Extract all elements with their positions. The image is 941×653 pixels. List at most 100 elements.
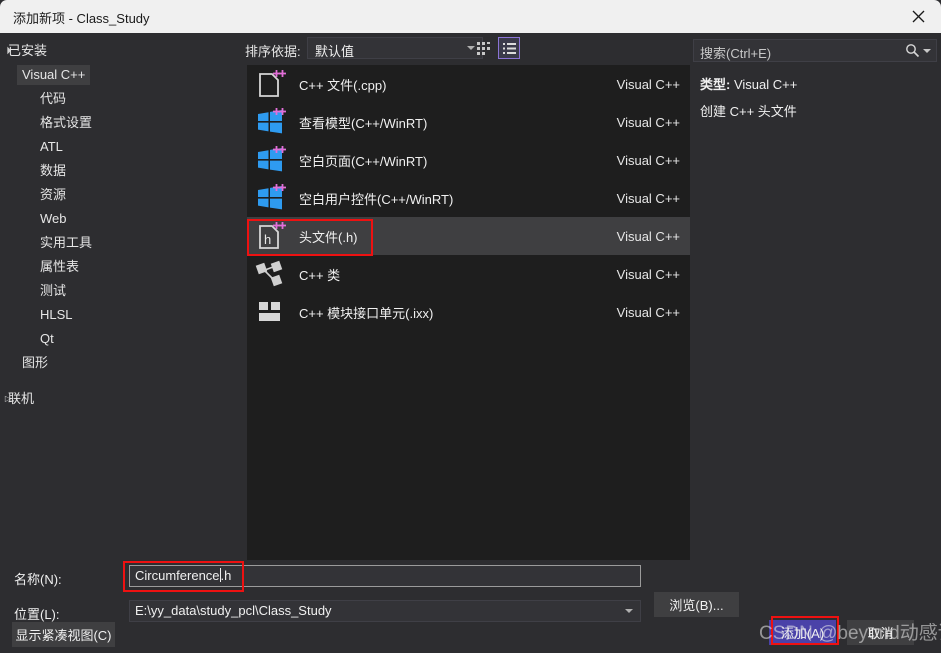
- close-icon: [912, 10, 924, 23]
- sidebar-item-label: 联机: [8, 391, 35, 406]
- sidebar-item-3[interactable]: 格式设置: [0, 113, 232, 133]
- search-dropdown-icon[interactable]: [923, 49, 931, 53]
- template-list-item[interactable]: h 头文件(.h) Visual C++: [247, 217, 690, 255]
- search-icon: [905, 43, 920, 63]
- sidebar-item-label: ATL: [40, 139, 63, 154]
- grid-view-icon: [476, 41, 490, 55]
- winrt-blank-page-icon: [254, 144, 286, 176]
- winrt-user-control-icon: [258, 184, 286, 210]
- sidebar-item-0[interactable]: ◢ 已安装: [0, 41, 232, 61]
- sidebar-item-10[interactable]: 测试: [0, 281, 232, 301]
- grid-view-button[interactable]: [472, 37, 494, 59]
- sidebar-item-14[interactable]: ▷ 联机: [0, 389, 232, 409]
- search-placeholder: 搜索(Ctrl+E): [700, 46, 772, 61]
- sidebar-item-1[interactable]: ◢Visual C++: [0, 65, 232, 85]
- template-title: C++ 文件(.cpp): [299, 77, 387, 93]
- name-value-after: .h: [220, 568, 232, 583]
- location-field-value: E:\yy_data\study_pcl\Class_Study: [135, 603, 332, 618]
- cpp-class-icon: [254, 258, 286, 290]
- sidebar-item-label: 代码: [40, 91, 67, 106]
- sidebar-item-label: 已安装: [8, 43, 48, 58]
- sidebar-item-label: 格式设置: [40, 115, 93, 130]
- template-list-item[interactable]: 空白用户控件(C++/WinRT) Visual C++: [247, 179, 690, 217]
- chevron-down-icon: [625, 609, 633, 613]
- winrt-view-model-icon: [254, 106, 286, 138]
- cancel-button[interactable]: 取消: [847, 620, 914, 645]
- svg-text:h: h: [264, 232, 271, 247]
- template-title: 空白用户控件(C++/WinRT): [299, 191, 454, 207]
- detail-type-label: 类型:: [700, 77, 731, 92]
- name-field[interactable]: Circumference.h: [129, 565, 641, 587]
- sidebar-item-label: Qt: [40, 331, 54, 346]
- winrt-user-control-icon: [254, 182, 286, 214]
- template-list-item[interactable]: C++ 文件(.cpp) Visual C++: [247, 65, 690, 103]
- template-title: 查看模型(C++/WinRT): [299, 115, 428, 131]
- close-button[interactable]: [895, 0, 941, 33]
- window-title: 添加新项 - Class_Study: [13, 11, 150, 26]
- template-list-item[interactable]: C++ 模块接口单元(.ixx) Visual C++: [247, 293, 690, 331]
- header-file-icon: h: [259, 222, 286, 249]
- cpp-class-icon: [255, 260, 283, 287]
- location-field[interactable]: E:\yy_data\study_pcl\Class_Study: [129, 600, 641, 622]
- sidebar-item-label: 属性表: [40, 259, 80, 274]
- sidebar-item-13[interactable]: 图形: [0, 353, 232, 373]
- list-view-button[interactable]: [498, 37, 520, 59]
- search-input[interactable]: 搜索(Ctrl+E): [693, 39, 937, 62]
- sidebar-item-7[interactable]: Web: [0, 209, 232, 229]
- winrt-blank-page-icon: [258, 146, 286, 172]
- winrt-view-model-icon: [258, 108, 286, 134]
- sidebar-item-label: Web: [40, 211, 67, 226]
- add-button[interactable]: 添加(A): [769, 620, 836, 645]
- template-origin: Visual C++: [616, 304, 680, 320]
- sort-by-label: 排序依据:: [245, 44, 301, 59]
- sidebar-item-label: 实用工具: [40, 235, 93, 250]
- title-bar: 添加新项 - Class_Study: [0, 0, 941, 33]
- template-origin: Visual C++: [616, 76, 680, 92]
- template-origin: Visual C++: [616, 228, 680, 244]
- list-toolbar: 排序依据: 默认值: [232, 33, 690, 65]
- list-view-icon: [502, 42, 516, 54]
- cpp-file-icon: [254, 68, 286, 100]
- add-new-item-dialog: 添加新项 - Class_Study ◢已安装 ◢Visual C++ 代码格式设置…: [0, 0, 941, 653]
- template-origin: Visual C++: [616, 266, 680, 282]
- cpp-file-icon: [259, 70, 286, 97]
- sidebar-item-5[interactable]: 数据: [0, 161, 232, 181]
- sidebar-item-label: 数据: [40, 163, 67, 178]
- show-compact-view-button[interactable]: 显示紧凑视图(C): [12, 622, 115, 647]
- template-list-item[interactable]: C++ 类 Visual C++: [247, 255, 690, 293]
- detail-description: 创建 C++ 头文件: [700, 104, 797, 119]
- sidebar-item-label: Visual C++: [17, 65, 91, 85]
- template-origin: Visual C++: [616, 152, 680, 168]
- cpp-module-icon: [259, 302, 280, 321]
- sidebar-item-9[interactable]: 属性表: [0, 257, 232, 277]
- template-title: 头文件(.h): [299, 229, 358, 245]
- sidebar-item-4[interactable]: ATL: [0, 137, 232, 157]
- sort-by-select[interactable]: 默认值: [307, 37, 483, 59]
- name-field-value: Circumference.h: [135, 568, 231, 583]
- sidebar-item-11[interactable]: HLSL: [0, 305, 232, 325]
- template-title: 空白页面(C++/WinRT): [299, 153, 428, 169]
- sidebar-item-8[interactable]: 实用工具: [0, 233, 232, 253]
- location-label: 位置(L):: [14, 607, 60, 622]
- sort-by-value: 默认值: [315, 44, 355, 59]
- detail-type-value: Visual C++: [733, 77, 798, 92]
- template-list-item[interactable]: 查看模型(C++/WinRT) Visual C++: [247, 103, 690, 141]
- browse-button[interactable]: 浏览(B)...: [654, 592, 739, 617]
- sidebar-item-2[interactable]: 代码: [0, 89, 232, 109]
- detail-type: 类型: Visual C++: [700, 74, 797, 93]
- template-origin: Visual C++: [616, 114, 680, 130]
- name-value-before: Circumference: [135, 568, 220, 583]
- sidebar-item-label: 资源: [40, 187, 67, 202]
- cpp-module-icon: [254, 296, 286, 328]
- template-title: C++ 模块接口单元(.ixx): [299, 305, 434, 321]
- template-list[interactable]: C++ 文件(.cpp) Visual C++ 查看模型(C++/WinRT) Vis…: [247, 65, 690, 560]
- installed-templates-tree: ◢已安装 ◢Visual C++ 代码格式设置 ATL 数据资源 Web 实用工具属性表测试…: [0, 33, 232, 560]
- template-list-item[interactable]: 空白页面(C++/WinRT) Visual C++: [247, 141, 690, 179]
- sidebar-item-12[interactable]: Qt: [0, 329, 232, 349]
- details-pane: 搜索(Ctrl+E) 类型: Visual C++ 创建 C++ 头文件: [690, 33, 941, 560]
- sidebar-item-label: HLSL: [40, 307, 73, 322]
- sidebar-item-6[interactable]: 资源: [0, 185, 232, 205]
- sidebar-item-label: 测试: [40, 283, 67, 298]
- template-origin: Visual C++: [616, 190, 680, 206]
- sidebar-item-label: 图形: [22, 355, 49, 370]
